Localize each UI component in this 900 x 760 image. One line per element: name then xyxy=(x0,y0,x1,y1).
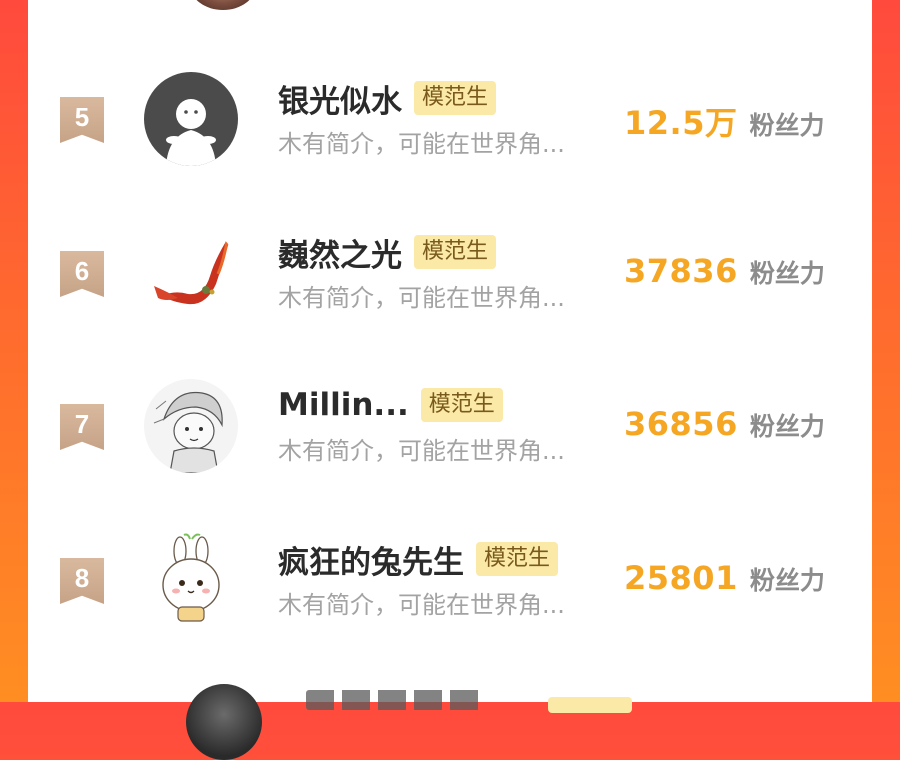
avatar-partial-bottom[interactable] xyxy=(186,684,262,760)
avatar-partial-top[interactable] xyxy=(190,0,256,10)
rank-badge: 6 xyxy=(60,251,104,297)
fan-power-label: 粉丝力 xyxy=(749,412,825,441)
leaderboard-row[interactable]: 5 银光似水 模范生 木有简介，可能在世界角... 12.5万 粉丝力 xyxy=(28,72,872,192)
default-ghost-avatar-icon[interactable] xyxy=(144,72,238,166)
fan-power-label: 粉丝力 xyxy=(749,111,825,140)
fan-power-label: 粉丝力 xyxy=(749,566,825,595)
fan-power-count: 25801 xyxy=(624,559,738,597)
fan-power-label: 粉丝力 xyxy=(749,259,825,288)
rank-badge: 7 xyxy=(60,404,104,450)
status-badge: 模范生 xyxy=(414,81,497,115)
status-badge-partial xyxy=(548,697,632,713)
red-ribbon-avatar-icon[interactable] xyxy=(144,226,238,320)
status-badge: 模范生 xyxy=(420,388,503,422)
user-bio: 木有简介，可能在世界角... xyxy=(278,591,565,619)
user-name[interactable]: 银光似水 xyxy=(278,76,402,121)
user-bio: 木有简介，可能在世界角... xyxy=(278,130,565,158)
fan-power-count: 36856 xyxy=(624,405,738,443)
user-bio: 木有简介，可能在世界角... xyxy=(278,284,565,312)
leaderboard-card: 5 银光似水 模范生 木有简介，可能在世界角... 12.5万 粉丝力 6 巍然… xyxy=(28,0,872,760)
leaderboard-row[interactable]: 8 疯狂的兔先生 模范生 木有简介，可能在世界角... 25801 粉丝力 xyxy=(28,533,872,653)
user-bio: 木有简介，可能在世界角... xyxy=(278,437,565,465)
bunny-cartoon-avatar-icon[interactable] xyxy=(144,533,238,627)
rank-badge: 8 xyxy=(60,558,104,604)
fan-power-count: 37836 xyxy=(624,252,738,290)
fan-power-count: 12.5万 xyxy=(624,104,738,142)
status-badge: 模范生 xyxy=(476,542,559,576)
user-name[interactable]: 疯狂的兔先生 xyxy=(278,537,464,582)
sketch-anime-avatar-icon[interactable] xyxy=(144,379,238,473)
user-name-partial xyxy=(306,690,516,710)
user-name[interactable]: 巍然之光 xyxy=(278,230,402,275)
user-name[interactable]: Millin... xyxy=(278,387,409,423)
leaderboard-row[interactable]: 7 Millin... 模范生 木有简介，可能在世界角... 36856 粉丝力 xyxy=(28,379,872,499)
status-badge: 模范生 xyxy=(414,235,497,269)
rank-badge: 5 xyxy=(60,97,104,143)
leaderboard-row[interactable]: 6 巍然之光 模范生 木有简介，可能在世界角... 37836 粉丝力 xyxy=(28,226,872,346)
